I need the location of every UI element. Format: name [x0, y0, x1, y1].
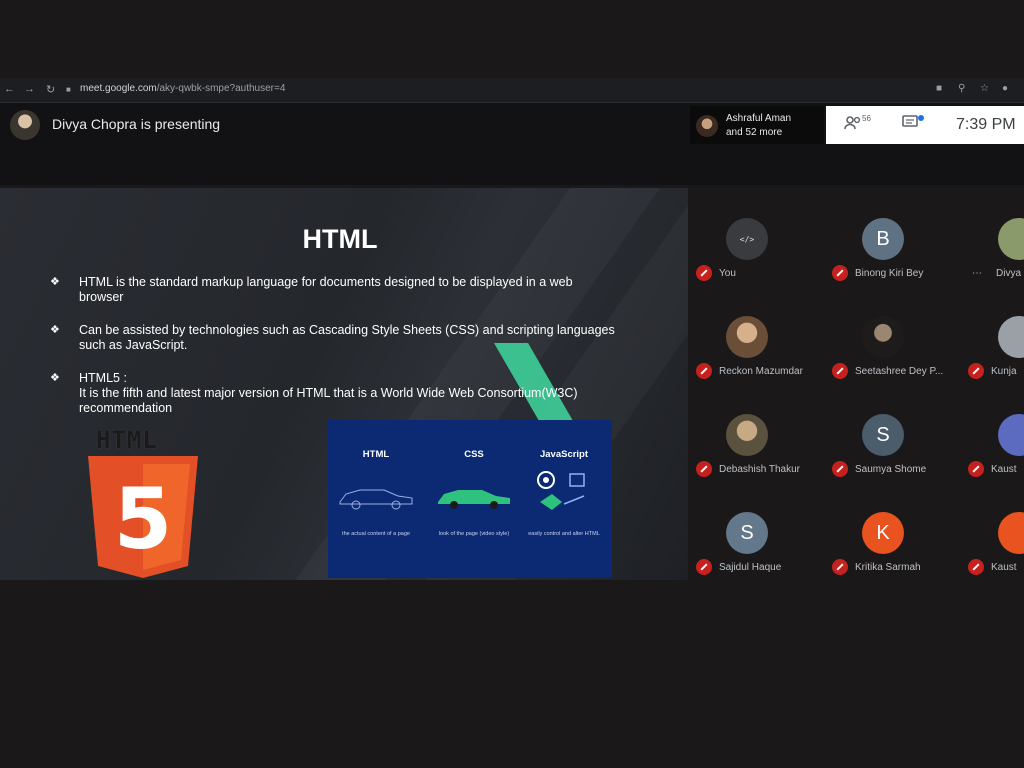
participant-avatar: K	[862, 512, 904, 554]
mic-off-icon	[696, 363, 712, 379]
html5-shield-icon: 5	[88, 456, 198, 578]
bullet-diamond-icon: ❖	[50, 276, 60, 288]
participant-tile[interactable]: B Binong Kiri Bey	[828, 218, 964, 314]
participant-name: Divya	[996, 268, 1022, 279]
card-heading-css: CSS	[464, 449, 484, 460]
participant-chip-avatar	[696, 115, 718, 137]
html-css-js-card: HTML CSS JavaScript the actual content o…	[328, 420, 612, 578]
participant-name: You	[719, 268, 736, 279]
participant-tile[interactable]: Seetashree Dey P...	[828, 316, 964, 412]
chat-icon[interactable]	[902, 115, 918, 134]
meeting-time: 7:39 PM	[956, 116, 1016, 133]
participant-name: Kritika Sarmah	[855, 562, 921, 573]
card-caption-css: look of the page (video style)	[438, 531, 510, 537]
bullet-diamond-icon: ❖	[50, 324, 60, 336]
camera-icon[interactable]: ■	[936, 83, 942, 94]
presenter-label: Divya Chopra is presenting	[52, 116, 221, 132]
url-host: meet.google.com	[80, 83, 157, 94]
browser-toolbar: ← → ↻ ■ meet.google.com/aky-qwbk-smpe?au…	[0, 78, 1024, 103]
participant-tile[interactable]: Reckon Mazumdar	[692, 316, 828, 412]
participant-avatar: S	[726, 512, 768, 554]
participant-tile[interactable]: K Kritika Sarmah	[828, 512, 964, 580]
card-caption-html: the actual content of a page	[342, 531, 410, 537]
participant-name: Seetashree Dey P...	[855, 366, 944, 377]
participant-tile[interactable]: </> You	[692, 218, 828, 314]
url-path: /aky-qwbk-smpe?authuser=4	[156, 83, 286, 94]
participant-tile[interactable]: Kaust	[964, 414, 1024, 510]
mic-off-icon	[832, 363, 848, 379]
participant-name: Kaust	[991, 464, 1017, 475]
card-heading-html: HTML	[362, 449, 390, 460]
shared-slide: HTML ❖ HTML is the standard markup langu…	[0, 188, 688, 580]
participant-avatar	[726, 316, 768, 358]
participant-name: Kunja	[991, 366, 1017, 377]
people-count: 56	[862, 114, 871, 123]
participant-tile[interactable]: ⋯ Divya	[964, 218, 1024, 314]
card-heading-javascript: JavaScript	[539, 449, 589, 460]
participant-tile[interactable]: Kunja	[964, 316, 1024, 412]
participant-avatar	[998, 414, 1024, 456]
bullet-text: HTML is the standard markup language for…	[79, 275, 573, 304]
star-icon[interactable]: ☆	[980, 83, 989, 94]
bullet-diamond-icon: ❖	[50, 372, 60, 384]
mic-off-icon	[832, 265, 848, 281]
html5-number: 5	[114, 470, 172, 568]
more-options-icon[interactable]: ⋯	[972, 268, 982, 279]
extension-icon[interactable]: ●	[1002, 83, 1008, 94]
back-arrow-icon[interactable]: ←	[4, 83, 15, 95]
lock-icon: ■	[66, 85, 71, 94]
slide-title: HTML	[302, 224, 378, 254]
car-outline-icon	[339, 489, 413, 510]
mic-off-icon	[832, 559, 848, 575]
participant-name: Kaust	[991, 562, 1017, 573]
participant-name: Sajidul Haque	[719, 562, 782, 573]
mic-off-icon	[832, 461, 848, 477]
people-icon[interactable]	[844, 116, 862, 135]
car-green-icon	[438, 490, 510, 509]
mic-off-icon	[696, 265, 712, 281]
participant-avatar	[998, 316, 1024, 358]
participant-avatar	[998, 218, 1024, 260]
bullet-text: Can be assisted by technologies such as …	[79, 323, 615, 352]
participant-name: Debashish Thakur	[719, 464, 800, 475]
participant-avatar: B	[862, 218, 904, 260]
participant-chip[interactable]: Ashraful Aman and 52 more	[690, 106, 824, 144]
meeting-controls-panel: 56 7:39 PM	[826, 106, 1024, 144]
meet-top-bar: Divya Chopra is presenting Ashraful Aman…	[0, 103, 1024, 185]
presenter-avatar	[10, 110, 40, 140]
participant-avatar: </>	[726, 218, 768, 260]
participant-avatar: S	[862, 414, 904, 456]
chat-notification-dot	[918, 115, 924, 121]
participant-tile[interactable]: S Saumya Shome	[828, 414, 964, 510]
participant-chip-more: and 52 more	[726, 127, 783, 138]
participant-name: Saumya Shome	[855, 464, 927, 475]
reload-icon[interactable]: ↻	[46, 83, 55, 96]
car-controls-icon	[537, 471, 585, 510]
mic-off-icon	[968, 559, 984, 575]
participant-chip-name: Ashraful Aman	[726, 113, 792, 124]
participant-name: Reckon Mazumdar	[719, 366, 803, 377]
card-caption-javascript: easily control and alter HTML	[528, 531, 600, 537]
participant-tile[interactable]: S Sajidul Haque	[692, 512, 828, 580]
participant-grid: </> You B Binong Kiri Bey ⋯ Divya Reckon…	[692, 188, 1024, 580]
participant-tile[interactable]: Kaust	[964, 512, 1024, 580]
participant-name: Binong Kiri Bey	[855, 268, 924, 279]
participant-avatar	[998, 512, 1024, 554]
mic-off-icon	[696, 461, 712, 477]
bullet-text: HTML5 : It is the fifth and latest major…	[79, 371, 578, 415]
forward-arrow-icon[interactable]: →	[24, 83, 35, 95]
participant-tile[interactable]: Debashish Thakur	[692, 414, 828, 510]
zoom-icon[interactable]: ⚲	[958, 83, 965, 94]
address-bar[interactable]: meet.google.com/aky-qwbk-smpe?authuser=4	[80, 83, 285, 94]
mic-off-icon	[968, 461, 984, 477]
mic-off-icon	[968, 363, 984, 379]
mic-off-icon	[696, 559, 712, 575]
participant-avatar	[726, 414, 768, 456]
participant-avatar	[862, 316, 904, 358]
html-logo-wordmark: HTML	[96, 426, 158, 454]
